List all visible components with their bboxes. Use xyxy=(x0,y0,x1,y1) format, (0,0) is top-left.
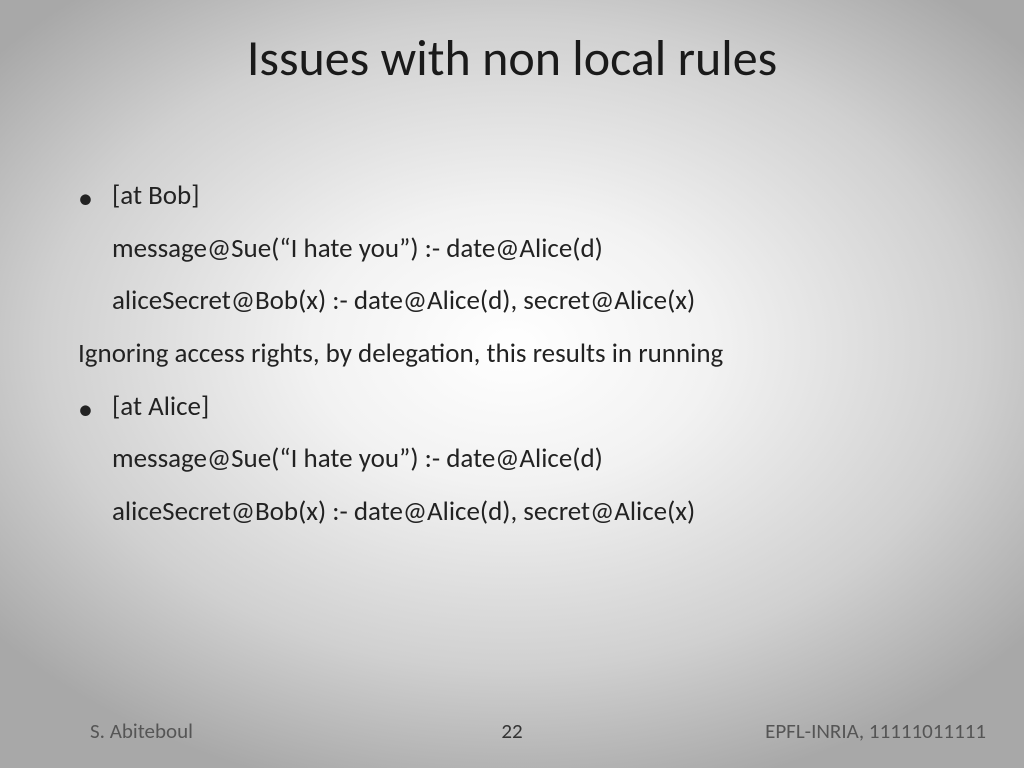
bullet-icon: • xyxy=(78,184,112,214)
body-paragraph: Ignoring access rights, by delegation, t… xyxy=(78,328,964,381)
code-line: aliceSecret@Bob(x) :- date@Alice(d), sec… xyxy=(78,275,964,328)
bullet-text: [at Alice] xyxy=(112,381,209,434)
slide: Issues with non local rules • [at Bob] m… xyxy=(0,0,1024,768)
bullet-text: [at Bob] xyxy=(112,170,200,223)
footer-affiliation: EPFL-INRIA, 11111011111 xyxy=(765,718,986,744)
bullet-icon: • xyxy=(78,395,112,425)
code-line: aliceSecret@Bob(x) :- date@Alice(d), sec… xyxy=(78,486,964,539)
bullet-item-at-bob: • [at Bob] xyxy=(78,170,964,223)
slide-title: Issues with non local rules xyxy=(0,28,1024,89)
code-line: message@Sue(“I hate you”) :- date@Alice(… xyxy=(78,223,964,276)
bullet-item-at-alice: • [at Alice] xyxy=(78,381,964,434)
code-line: message@Sue(“I hate you”) :- date@Alice(… xyxy=(78,433,964,486)
slide-body: • [at Bob] message@Sue(“I hate you”) :- … xyxy=(78,170,964,538)
